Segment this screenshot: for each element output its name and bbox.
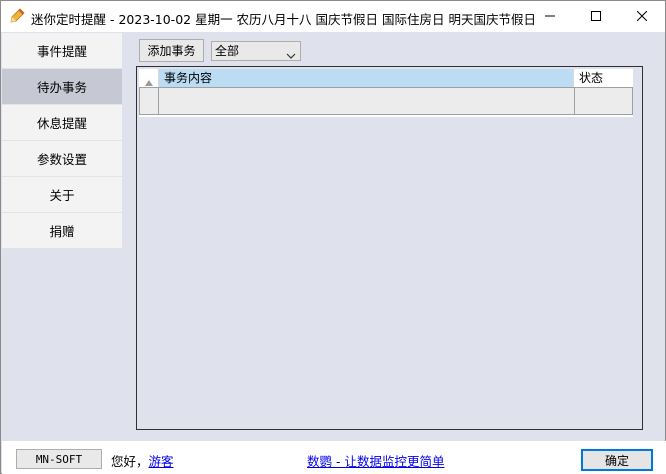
sidebar-item-label: 事件提醒: [36, 44, 87, 59]
grid-corner-cell[interactable]: [139, 69, 159, 87]
greeting-text: 您好，游客: [111, 451, 174, 470]
sidebar-item-rest-reminder[interactable]: 休息提醒: [2, 105, 122, 141]
sidebar-item-label: 捐赠: [49, 224, 75, 239]
add-task-button[interactable]: 添加事务: [139, 39, 204, 62]
row-header[interactable]: [139, 87, 159, 115]
maximize-icon: [591, 10, 601, 24]
close-button[interactable]: [619, 1, 665, 32]
sidebar-item-label: 关于: [49, 188, 75, 203]
sidebar-item-label: 休息提醒: [36, 116, 87, 131]
close-icon: [636, 10, 648, 24]
column-header-status[interactable]: 状态: [574, 69, 633, 87]
table-cell-status[interactable]: [574, 87, 633, 115]
guest-link[interactable]: 游客: [149, 454, 174, 469]
notepad-pen-icon: [9, 8, 25, 24]
sidebar-item-label: 参数设置: [36, 152, 87, 167]
promo-link[interactable]: 数鹦 - 让数据监控更简单: [307, 451, 444, 470]
brand-label: MN-SOFT: [16, 449, 102, 469]
filter-value: 全部: [215, 44, 240, 58]
ok-button[interactable]: 确定: [581, 449, 653, 471]
sidebar-item-label: 待办事务: [36, 80, 87, 95]
status-bar: MN-SOFT 您好，游客 数鹦 - 让数据监控更简单 确定: [2, 441, 666, 474]
sidebar-item-about[interactable]: 关于: [2, 177, 122, 213]
app-window: 迷你定时提醒 - 2023-10-02 星期一 农历八月十八 国庆节假日 国际住…: [0, 0, 666, 474]
window-title: 迷你定时提醒 - 2023-10-02 星期一 农历八月十八 国庆节假日 国际住…: [31, 12, 536, 27]
column-header-content[interactable]: 事务内容: [159, 69, 574, 87]
sidebar-item-donate[interactable]: 捐赠: [2, 213, 122, 249]
chevron-down-icon: [286, 47, 296, 59]
table-cell-content[interactable]: [159, 87, 574, 115]
minimize-icon: [545, 10, 555, 24]
title-bar[interactable]: 迷你定时提醒 - 2023-10-02 星期一 农历八月十八 国庆节假日 国际住…: [1, 1, 665, 32]
sidebar-item-event-reminder[interactable]: 事件提醒: [2, 33, 122, 69]
sidebar: 事件提醒 待办事务 休息提醒 参数设置 关于 捐赠: [2, 33, 122, 439]
minimize-button[interactable]: [527, 1, 573, 32]
sidebar-item-todo[interactable]: 待办事务: [2, 69, 122, 105]
maximize-button[interactable]: [573, 1, 619, 32]
task-table: 事务内容 状态: [139, 69, 633, 117]
sidebar-item-settings[interactable]: 参数设置: [2, 141, 122, 177]
greeting-label: 您好，: [111, 454, 149, 469]
filter-select[interactable]: 全部: [211, 41, 301, 61]
task-grid-panel: 事务内容 状态: [136, 66, 643, 430]
